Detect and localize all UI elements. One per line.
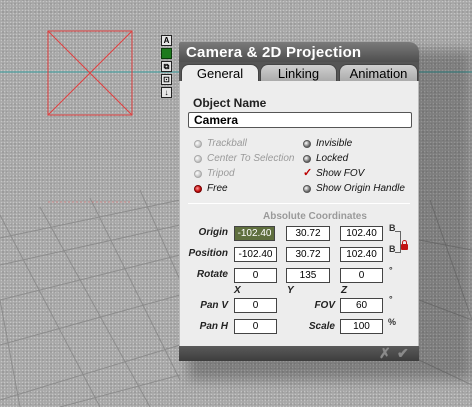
rotate-y-field[interactable]: 135 (286, 268, 330, 283)
tab-strip: General Linking Animation (179, 62, 419, 83)
origin-z-field[interactable]: 102.40 (340, 226, 383, 241)
dialog-title-bar[interactable]: Camera & 2D Projection (179, 42, 419, 64)
show-fov-checkbox[interactable]: ✓ (303, 168, 312, 179)
fov-degree-marker: ° (389, 294, 393, 304)
invisible-checkbox[interactable] (303, 140, 311, 148)
locked-label: Locked (316, 153, 349, 164)
trackball-label: Trackball (207, 138, 247, 149)
center-to-selection-radio[interactable] (194, 155, 202, 163)
dialog-footer: ✗ ✔ (179, 345, 419, 362)
position-z-field[interactable]: 102.40 (340, 247, 383, 262)
scale-percent-marker: % (388, 317, 397, 327)
viewport-mini-toolbar: A ⧉ ⊡ ↓ (161, 35, 173, 100)
free-label: Free (207, 183, 228, 194)
lock-icon[interactable] (401, 240, 408, 250)
position-label: Position (188, 248, 228, 259)
origin-label: Origin (198, 227, 228, 238)
cancel-icon[interactable]: ✗ (379, 345, 391, 362)
lock-bracket (395, 231, 401, 253)
drop-tool-button[interactable]: ↓ (161, 87, 172, 98)
pan-h-field[interactable]: 0 (234, 319, 277, 334)
text-tool-button[interactable]: A (161, 35, 172, 46)
rotate-z-field[interactable]: 0 (340, 268, 383, 283)
pan-v-label: Pan V (200, 300, 228, 311)
axis-z-label: Z (341, 285, 348, 296)
frame-tool-button[interactable]: ⊡ (161, 74, 172, 85)
dialog-title: Camera & 2D Projection (186, 44, 362, 61)
origin-x-field[interactable]: -102.40 (234, 226, 275, 241)
position-x-field[interactable]: -102.40 (234, 247, 277, 262)
object-name-input[interactable] (188, 112, 412, 128)
trackball-radio[interactable] (194, 140, 202, 148)
show-origin-handle-checkbox[interactable] (303, 185, 311, 193)
rotate-label: Rotate (196, 269, 228, 280)
rotate-x-field[interactable]: 0 (234, 268, 277, 283)
axis-y-label: Y (287, 285, 294, 296)
invisible-label: Invisible (316, 138, 353, 149)
scale-field[interactable]: 100 (340, 319, 383, 334)
tab-linking[interactable]: Linking (260, 64, 337, 82)
camera-guide-box (47, 30, 133, 116)
rotate-degree-marker: ° (389, 265, 393, 275)
show-fov-label: Show FOV (316, 168, 365, 179)
tripod-radio[interactable] (194, 170, 202, 178)
fov-field[interactable]: 60 (340, 298, 383, 313)
show-origin-handle-label: Show Origin Handle (316, 183, 405, 194)
section-divider (188, 203, 410, 204)
ok-checkmark-icon[interactable]: ✔ (397, 345, 409, 362)
center-to-selection-label: Center To Selection (207, 153, 295, 164)
position-y-field[interactable]: 30.72 (286, 247, 330, 262)
locked-checkbox[interactable] (303, 155, 311, 163)
copy-tool-button[interactable]: ⧉ (161, 61, 172, 72)
pan-h-label: Pan H (199, 321, 228, 332)
object-name-label: Object Name (193, 96, 267, 110)
tab-animation[interactable]: Animation (339, 64, 418, 82)
axis-x-label: X (234, 285, 241, 296)
dialog-body: Object Name Trackball Center To Selectio… (179, 81, 419, 347)
free-radio[interactable] (194, 185, 202, 193)
pan-v-field[interactable]: 0 (234, 298, 277, 313)
fov-label: FOV (314, 300, 335, 311)
tripod-label: Tripod (207, 168, 235, 179)
color-swatch-button[interactable] (161, 48, 172, 59)
origin-y-field[interactable]: 30.72 (286, 226, 330, 241)
scale-label: Scale (308, 321, 335, 332)
absolute-coordinates-title: Absolute Coordinates (263, 211, 367, 222)
